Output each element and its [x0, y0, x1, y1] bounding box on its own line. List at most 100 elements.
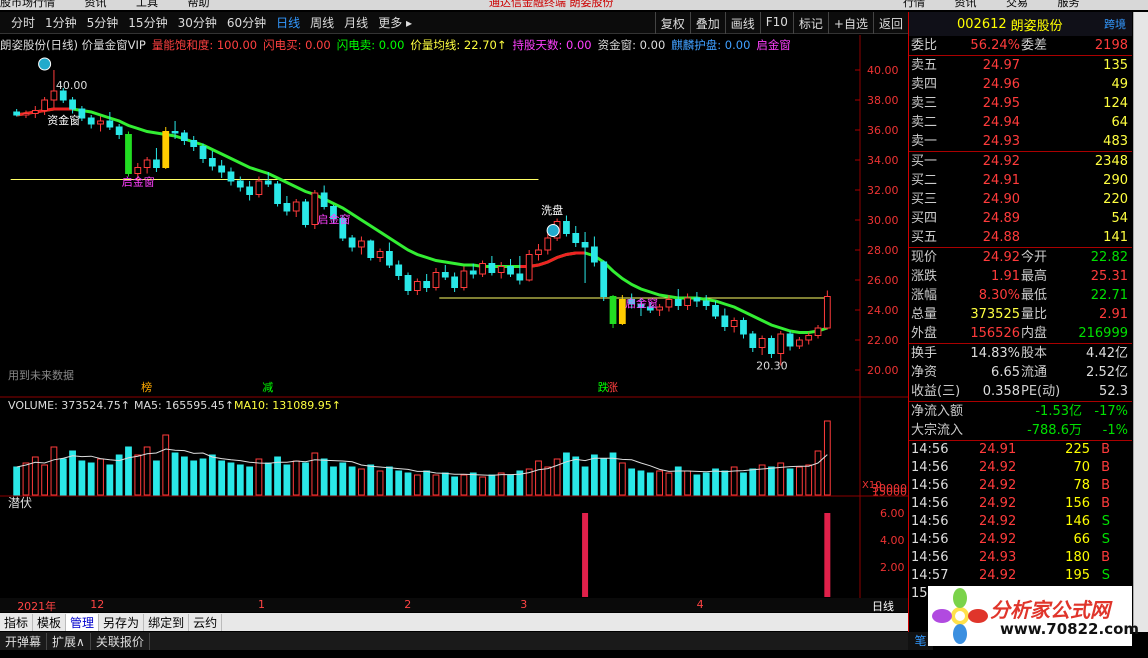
menu-item[interactable]: 资讯 — [85, 0, 107, 9]
volume-bar — [488, 474, 496, 496]
tab-bind-to[interactable]: 绑定到 — [144, 613, 190, 631]
candle-body — [730, 320, 738, 327]
volume-bar — [432, 474, 440, 496]
stat-label: 涨幅 — [911, 288, 938, 303]
mark-button[interactable]: 标记 — [792, 12, 828, 34]
tick-time: 14:56 — [911, 514, 949, 529]
bid-label: 买一 — [911, 154, 938, 169]
stat-label: 涨跌 — [911, 269, 938, 284]
menu-item-news[interactable]: 资讯 — [955, 0, 977, 9]
flow-row: 大宗流入 -788.6万 -1% — [909, 421, 1132, 440]
candle-body — [376, 251, 384, 258]
related-quote-button[interactable]: 关联报价 — [91, 632, 150, 650]
tick-row: 14:56 24.92 156 B — [909, 495, 1132, 513]
ask-row: 卖四 24.96 49 — [909, 75, 1132, 94]
candle-body — [712, 305, 719, 317]
stat-value: 6.65 — [991, 365, 1020, 380]
tick-price: 24.91 — [979, 442, 1017, 457]
volume-bar — [441, 472, 449, 496]
candle-body — [320, 192, 328, 207]
candle-body — [106, 120, 114, 128]
price-tick-label: 28.00 — [867, 244, 899, 257]
expand-button[interactable]: 扩展∧ — [47, 632, 91, 650]
ask-volume: 49 — [1111, 77, 1128, 92]
menu-item-service[interactable]: 服务 — [1058, 0, 1080, 9]
candle-body — [190, 140, 198, 147]
tick-qty: 180 — [1065, 550, 1090, 565]
candle-body — [674, 299, 682, 306]
chart-marker: 榜 — [141, 380, 152, 394]
tick-qty: 66 — [1073, 532, 1090, 547]
tab-manage[interactable]: 管理 — [66, 613, 100, 631]
volume-bar — [376, 470, 384, 496]
stat-row: 净资 6.65 流通 2.52亿 — [909, 363, 1132, 382]
fund-flow: 净流入额 -1.53亿 -17% 大宗流入 -788.6万 -1% — [909, 402, 1132, 440]
candle-body — [143, 159, 151, 168]
tick-row: 14:57 24.92 195 S — [909, 567, 1132, 585]
volume-bar — [637, 470, 645, 496]
candle-body — [497, 266, 505, 273]
menu-item[interactable]: 帮助 — [188, 0, 210, 9]
candle-body — [302, 201, 309, 225]
menu-item-market[interactable]: 行情 — [903, 0, 925, 9]
period-tab[interactable]: 30分钟 — [173, 14, 222, 31]
period-tab-daily[interactable]: 日线 — [271, 14, 305, 31]
tick-row: 14:56 24.92 66 S — [909, 531, 1132, 549]
candle-body — [348, 237, 356, 248]
tab-template[interactable]: 模板 — [33, 613, 67, 631]
menu-item[interactable]: 股市场行情 — [0, 0, 55, 9]
stat-value: 2.52亿 — [1086, 365, 1128, 380]
period-tab[interactable]: 15分钟 — [123, 14, 172, 31]
flow-value: -1.53亿 — [1035, 404, 1082, 419]
period-tab[interactable]: 60分钟 — [222, 14, 271, 31]
ask-row: 卖一 24.93 483 — [909, 132, 1132, 151]
tick-qty: 146 — [1065, 514, 1090, 529]
signal-label: 资金窗 — [47, 113, 80, 127]
menu-item-trade[interactable]: 交易 — [1006, 0, 1028, 9]
cross-border-badge[interactable]: 跨境 — [1104, 16, 1126, 32]
volume-bar — [78, 460, 86, 496]
ask-price: 24.96 — [982, 77, 1020, 92]
stock-code: 002612 — [957, 16, 1007, 32]
volume-bar — [180, 456, 188, 496]
stat-value: 8.30% — [978, 288, 1020, 303]
tab-indicator[interactable]: 指标 — [0, 613, 34, 631]
candle-body — [823, 296, 831, 329]
draw-line-button[interactable]: 画线 — [724, 12, 760, 34]
period-more-button[interactable]: 更多 ▸ — [373, 14, 417, 31]
ask-label: 卖一 — [911, 134, 938, 149]
period-tab[interactable]: 月线 — [339, 14, 373, 31]
tab-cloud[interactable]: 云约 — [189, 613, 223, 631]
menu-item[interactable]: 工具 — [136, 0, 158, 9]
volume-bar — [358, 468, 365, 496]
volume-bar — [385, 466, 393, 496]
date-axis: 日线 2021年 12 1 2 3 4 — [0, 598, 908, 613]
volume-bar — [497, 472, 505, 496]
volume-bar — [656, 470, 664, 496]
bid-label: 买二 — [911, 173, 938, 188]
danmaku-toggle[interactable]: 开弹幕 — [0, 632, 48, 650]
overlay-button[interactable]: 叠加 — [689, 12, 725, 34]
tab-save-as[interactable]: 另存为 — [99, 613, 145, 631]
price-tick-label: 34.00 — [867, 154, 899, 167]
period-tab[interactable]: 1分钟 — [40, 14, 82, 31]
tick-qty: 225 — [1065, 442, 1090, 457]
volume-bar — [507, 474, 514, 496]
back-button[interactable]: 返回 — [872, 12, 908, 34]
add-watchlist-button[interactable]: +自选 — [827, 12, 873, 34]
f10-button[interactable]: F10 — [759, 12, 793, 34]
ask-volume: 135 — [1103, 58, 1128, 73]
stock-header: 002612 朗姿股份 跨境 — [909, 12, 1132, 36]
period-tab[interactable]: 分时 — [6, 14, 40, 31]
period-tab[interactable]: 周线 — [305, 14, 339, 31]
ask-row: 卖三 24.95 124 — [909, 94, 1132, 113]
period-tab[interactable]: 5分钟 — [82, 14, 124, 31]
quote-panel: 002612 朗姿股份 跨境 委比 56.24% 委差 2198 卖五 24.97… — [908, 12, 1132, 632]
stat-label: 最高 — [1021, 269, 1048, 284]
kline-chart[interactable]: 40.00 38.00 36.00 34.00 32.00 30.00 28.00 26.00… — [0, 35, 908, 601]
adjust-button[interactable]: 复权 — [654, 12, 690, 34]
volume-bar — [153, 460, 160, 496]
kline-chart-area[interactable]: 40.00 38.00 36.00 34.00 32.00 30.00 28.00 26.00… — [0, 35, 908, 601]
volume-bar — [740, 472, 747, 496]
right-scrollbar[interactable] — [1133, 12, 1148, 632]
